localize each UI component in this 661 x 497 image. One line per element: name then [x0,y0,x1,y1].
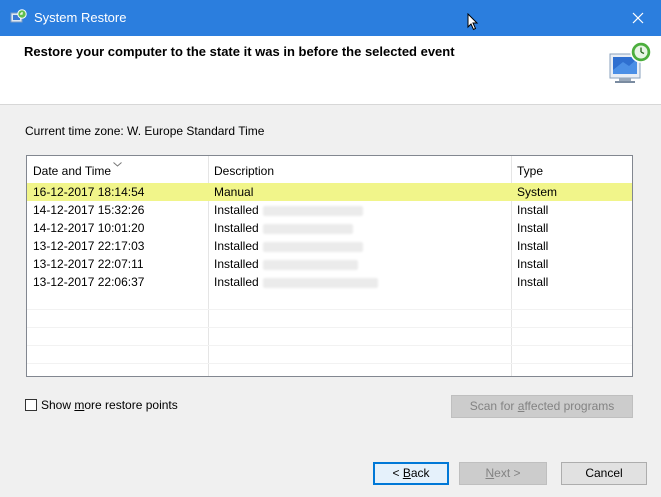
timezone-label: Current time zone: W. Europe Standard Ti… [25,124,265,138]
row-description: Installed [214,203,259,217]
wizard-header: Restore your computer to the state it wa… [0,36,661,105]
restore-computer-icon [605,40,653,89]
row-type: Install [517,275,549,289]
empty-row-line [27,327,632,328]
empty-row-line [27,309,632,310]
row-type: Install [517,221,549,235]
empty-row-line [27,345,632,346]
row-type: System [517,185,558,199]
next-button[interactable]: Next > [459,462,547,485]
page-title: Restore your computer to the state it wa… [24,44,455,59]
row-date: 14-12-2017 15:32:26 [33,203,145,217]
window-title: System Restore [34,10,127,25]
row-date: 13-12-2017 22:06:37 [33,275,145,289]
checkbox-box[interactable] [25,399,37,411]
empty-row-line [27,363,632,364]
redacted-text [262,277,378,288]
table-row[interactable]: 14-12-2017 10:01:20 Installed Install [27,219,632,237]
row-description: Installed [214,221,259,235]
table-row[interactable]: 16-12-2017 18:14:54 Manual System [27,183,632,201]
row-description: Manual [214,185,254,199]
row-date: 13-12-2017 22:07:11 [33,257,144,271]
cancel-button[interactable]: Cancel [561,462,647,485]
table-row[interactable]: 13-12-2017 22:06:37 Installed Install [27,273,632,291]
redacted-text [262,259,358,270]
redacted-text [262,223,353,234]
table-row[interactable]: 14-12-2017 15:32:26 Installed Install [27,201,632,219]
row-description: Installed [214,275,259,289]
row-date: 13-12-2017 22:17:03 [33,239,145,253]
row-description: Installed [214,257,259,271]
column-header-description[interactable]: Description [208,156,511,180]
checkbox-label: Show more restore points [41,398,178,412]
row-description: Installed [214,239,259,253]
system-restore-icon [9,9,27,27]
mouse-cursor-icon [467,12,479,34]
column-header-type[interactable]: Type [511,156,632,180]
close-button[interactable] [615,0,661,36]
row-date: 16-12-2017 18:14:54 [33,185,145,199]
show-more-restore-points-checkbox[interactable]: Show more restore points [25,398,178,412]
row-type: Install [517,203,549,217]
table-row[interactable]: 13-12-2017 22:07:11 Installed Install [27,255,632,273]
table-row[interactable]: 13-12-2017 22:17:03 Installed Install [27,237,632,255]
scan-affected-programs-button[interactable]: Scan for affected programs [451,395,633,418]
restore-points-list[interactable]: Date and Time Description Type 16-12-201… [26,155,633,377]
close-icon [632,12,644,24]
title-bar[interactable]: System Restore [0,0,661,36]
back-button[interactable]: < Back [373,462,449,485]
column-header-date[interactable]: Date and Time [27,156,208,180]
redacted-text [262,205,363,216]
row-type: Install [517,257,549,271]
row-type: Install [517,239,549,253]
row-date: 14-12-2017 10:01:20 [33,221,145,235]
redacted-text [262,241,363,252]
